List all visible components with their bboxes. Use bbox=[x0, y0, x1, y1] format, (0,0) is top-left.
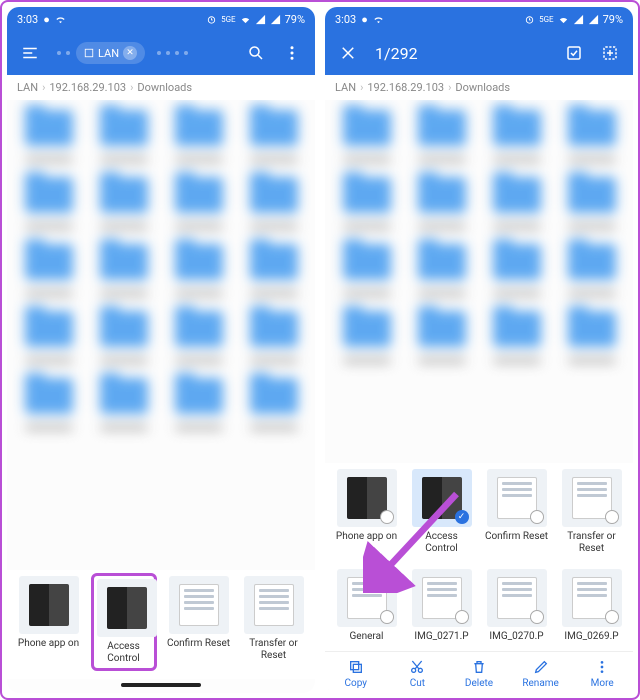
wifi-icon bbox=[55, 14, 66, 25]
close-selection-button[interactable] bbox=[333, 38, 363, 68]
file-item-selected[interactable]: ✓ Access Control bbox=[409, 469, 475, 555]
menu-button[interactable] bbox=[15, 38, 45, 68]
action-label: Rename bbox=[522, 678, 559, 689]
file-label: Access Control bbox=[97, 641, 151, 665]
file-label: Transfer or Reset bbox=[559, 531, 625, 555]
file-grid[interactable]: Phone app on Access Control Confirm Rese… bbox=[7, 100, 315, 679]
file-item[interactable]: Transfer or Reset bbox=[559, 469, 625, 555]
net-icon: 5GE bbox=[221, 15, 236, 24]
close-icon bbox=[339, 44, 357, 62]
crumb[interactable]: 192.168.29.103 bbox=[367, 81, 444, 94]
battery-text: 79% bbox=[603, 13, 623, 26]
wifi-icon bbox=[558, 14, 569, 25]
file-label: Transfer or Reset bbox=[241, 638, 307, 662]
file-row: General IMG_0271.P IMG_0270.P IMG_0269.P bbox=[325, 563, 633, 651]
wifi-icon bbox=[373, 14, 384, 25]
crumb[interactable]: LAN bbox=[335, 81, 356, 94]
right-phone: 3:03 ● 5GE 79% 1/292 bbox=[325, 7, 633, 693]
file-item[interactable]: Phone app on bbox=[334, 469, 400, 555]
status-time: 3:03 bbox=[17, 13, 38, 26]
action-label: Copy bbox=[345, 678, 368, 689]
toolbar: LAN ✕ bbox=[7, 31, 315, 75]
file-label: Phone app on bbox=[334, 531, 400, 543]
file-label: IMG_0270.P bbox=[484, 631, 550, 643]
more-vert-icon bbox=[283, 44, 301, 62]
crumb[interactable]: Downloads bbox=[455, 81, 510, 94]
action-label: Delete bbox=[465, 678, 493, 689]
crumb[interactable]: Downloads bbox=[137, 81, 192, 94]
breadcrumb[interactable]: LAN› 192.168.29.103› Downloads bbox=[325, 75, 633, 100]
file-item-highlighted[interactable]: Access Control bbox=[91, 573, 157, 671]
lan-chip[interactable]: LAN ✕ bbox=[76, 42, 145, 64]
select-range-icon bbox=[601, 44, 619, 62]
action-label: Cut bbox=[410, 678, 425, 689]
file-label: Confirm Reset bbox=[484, 531, 550, 543]
select-range-button[interactable] bbox=[595, 38, 625, 68]
file-item[interactable]: IMG_0270.P bbox=[484, 569, 550, 643]
left-phone: 3:03 ● 5GE 79% LAN ✕ bbox=[7, 7, 315, 693]
file-item[interactable]: IMG_0271.P bbox=[409, 569, 475, 643]
file-item[interactable]: Confirm Reset bbox=[166, 576, 232, 671]
status-bar: 3:03 ● 5GE 79% bbox=[7, 7, 315, 31]
file-row: Phone app on ✓ Access Control Confirm Re… bbox=[325, 463, 633, 563]
home-indicator bbox=[121, 683, 201, 687]
signal-icon bbox=[573, 14, 584, 25]
file-item[interactable]: Transfer or Reset bbox=[241, 576, 307, 671]
cut-icon bbox=[409, 659, 425, 675]
action-bar: Copy Cut Delete Rename More bbox=[325, 651, 633, 693]
signal-icon bbox=[255, 14, 266, 25]
search-icon bbox=[247, 44, 265, 62]
check-icon: ✓ bbox=[455, 510, 469, 524]
battery-text: 79% bbox=[285, 13, 305, 26]
search-button[interactable] bbox=[241, 38, 271, 68]
lan-icon bbox=[84, 48, 94, 58]
copy-icon bbox=[348, 659, 364, 675]
chip-label: LAN bbox=[98, 47, 119, 60]
rename-button[interactable]: Rename bbox=[513, 658, 569, 689]
file-item[interactable]: Confirm Reset bbox=[484, 469, 550, 555]
file-label: General bbox=[334, 631, 400, 643]
pencil-icon bbox=[533, 659, 549, 675]
status-bar: 3:03 ● 5GE 79% bbox=[325, 7, 633, 31]
file-grid[interactable]: Phone app on ✓ Access Control Confirm Re… bbox=[325, 100, 633, 651]
breadcrumb[interactable]: LAN› 192.168.29.103› Downloads bbox=[7, 75, 315, 100]
overflow-button[interactable] bbox=[277, 38, 307, 68]
alarm-icon bbox=[206, 14, 217, 25]
chat-icon: ● bbox=[361, 13, 368, 26]
cut-button[interactable]: Cut bbox=[389, 658, 445, 689]
file-row: Phone app on Access Control Confirm Rese… bbox=[7, 570, 315, 679]
wifi-icon bbox=[240, 14, 251, 25]
crumb[interactable]: 192.168.29.103 bbox=[49, 81, 126, 94]
status-time: 3:03 bbox=[335, 13, 356, 26]
net-icon: 5GE bbox=[539, 15, 554, 24]
trash-icon bbox=[471, 659, 487, 675]
file-label: IMG_0271.P bbox=[409, 631, 475, 643]
alarm-icon bbox=[524, 14, 535, 25]
file-item[interactable]: IMG_0269.P bbox=[559, 569, 625, 643]
chat-icon: ● bbox=[43, 13, 50, 26]
signal-icon bbox=[588, 14, 599, 25]
checkbox-icon bbox=[565, 44, 583, 62]
more-vert-icon bbox=[594, 659, 610, 675]
menu-icon bbox=[21, 44, 39, 62]
select-all-button[interactable] bbox=[559, 38, 589, 68]
chip-close[interactable]: ✕ bbox=[123, 46, 137, 60]
selection-toolbar: 1/292 bbox=[325, 31, 633, 75]
file-label: Access Control bbox=[409, 531, 475, 555]
copy-button[interactable]: Copy bbox=[328, 658, 384, 689]
file-label: Phone app on bbox=[16, 638, 82, 650]
file-item[interactable]: Phone app on bbox=[16, 576, 82, 671]
delete-button[interactable]: Delete bbox=[451, 658, 507, 689]
file-label: IMG_0269.P bbox=[559, 631, 625, 643]
selection-count: 1/292 bbox=[375, 44, 418, 63]
more-button[interactable]: More bbox=[574, 658, 630, 689]
file-label: Confirm Reset bbox=[166, 638, 232, 650]
file-item[interactable]: General bbox=[334, 569, 400, 643]
signal-icon bbox=[270, 14, 281, 25]
action-label: More bbox=[591, 678, 614, 689]
crumb[interactable]: LAN bbox=[17, 81, 38, 94]
